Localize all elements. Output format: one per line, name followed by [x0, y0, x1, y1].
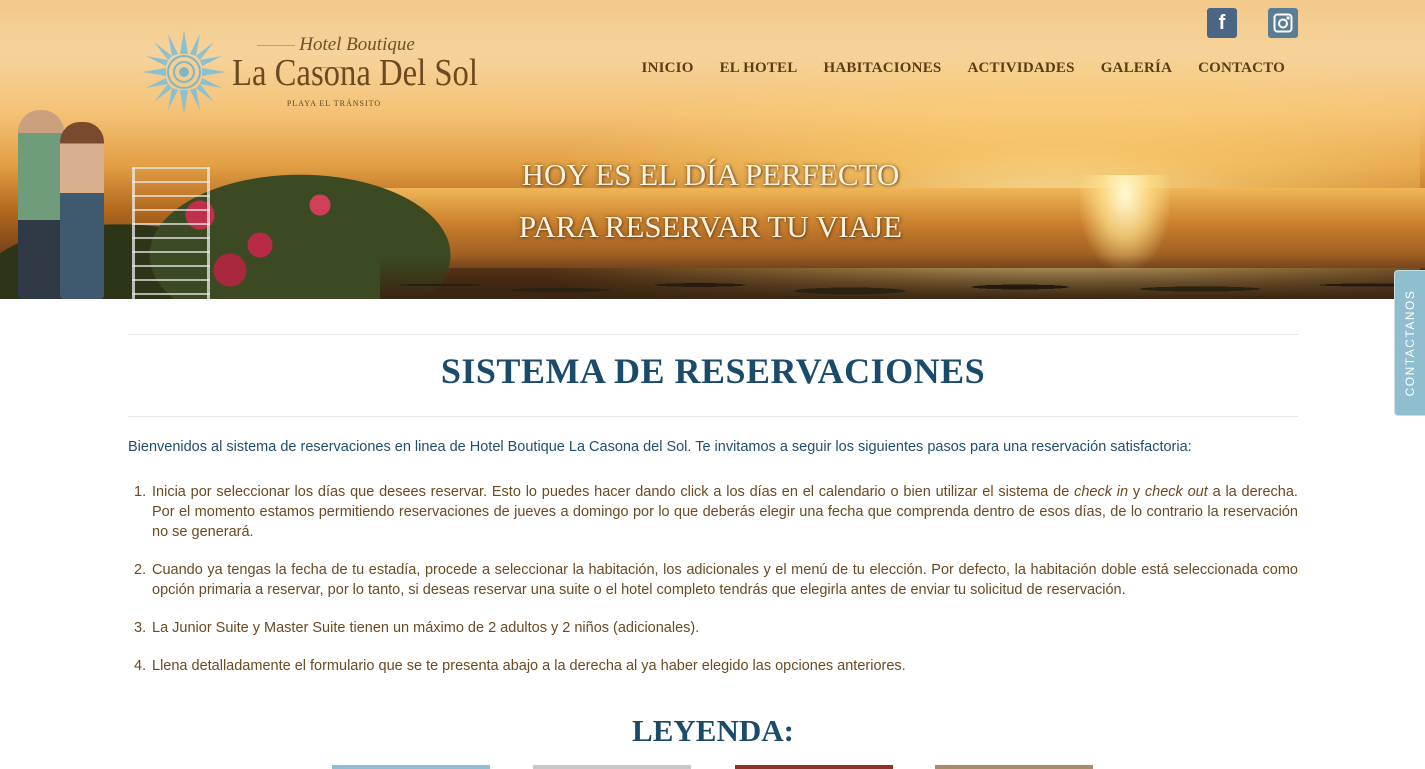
- nav-inicio[interactable]: INICIO: [642, 60, 694, 77]
- intro-text: Bienvenidos al sistema de reservaciones …: [128, 439, 1192, 455]
- palm-trees: [380, 255, 1425, 299]
- list-item: 4. Llena detalladamente el formulario que…: [134, 658, 906, 674]
- brand-name: La Casona Del Sol: [232, 52, 478, 94]
- legend-swatch-selected: [935, 765, 1093, 769]
- instagram-icon: [1273, 13, 1293, 33]
- hero-headline-1: HOY ES EL DÍA PERFECTO: [521, 157, 900, 192]
- facebook-icon: f: [1218, 11, 1226, 34]
- brand-location: PLAYA EL TRÁNSITO: [286, 99, 382, 108]
- hero-headline-2: PARA RESERVAR TU VIAJE: [518, 209, 903, 244]
- divider-bottom: [128, 416, 1298, 417]
- legend-swatch-blocked: [533, 765, 691, 769]
- nav-habitaciones[interactable]: HABITACIONES: [823, 60, 941, 77]
- nav-el-hotel[interactable]: EL HOTEL: [720, 60, 798, 77]
- nav-galeria[interactable]: GALERÍA: [1101, 60, 1172, 77]
- instagram-button[interactable]: [1268, 8, 1298, 38]
- hero-banner: Hotel Boutique La Casona Del Sol PLAYA E…: [0, 0, 1425, 299]
- list-item: 3. La Junior Suite y Master Suite tienen …: [134, 620, 700, 636]
- facebook-button[interactable]: f: [1207, 8, 1237, 38]
- page-title: SISTEMA DE RESERVACIONES: [440, 351, 986, 391]
- side-tab-label: CONTACTANOS: [1403, 289, 1417, 397]
- legend-swatch-available: [332, 765, 490, 769]
- sun-emblem-icon: [142, 30, 226, 114]
- nav-contacto[interactable]: CONTACTO: [1198, 60, 1285, 77]
- contact-side-tab[interactable]: CONTACTANOS: [1394, 270, 1425, 416]
- legend-swatch-reserved: [735, 765, 893, 769]
- main-nav: INICIO EL HOTEL HABITACIONES ACTIVIDADES…: [642, 60, 1285, 77]
- nav-actividades[interactable]: ACTIVIDADES: [967, 60, 1074, 77]
- list-item: 1. Inicia por seleccionar los días que de…: [134, 484, 1298, 540]
- list-item: 2. Cuando ya tengas la fecha de tu estadí…: [134, 562, 1298, 598]
- legend-title: LEYENDA:: [632, 713, 794, 748]
- steps-list: 1. Inicia por seleccionar los días que de…: [128, 482, 1298, 694]
- divider-top: [128, 334, 1298, 335]
